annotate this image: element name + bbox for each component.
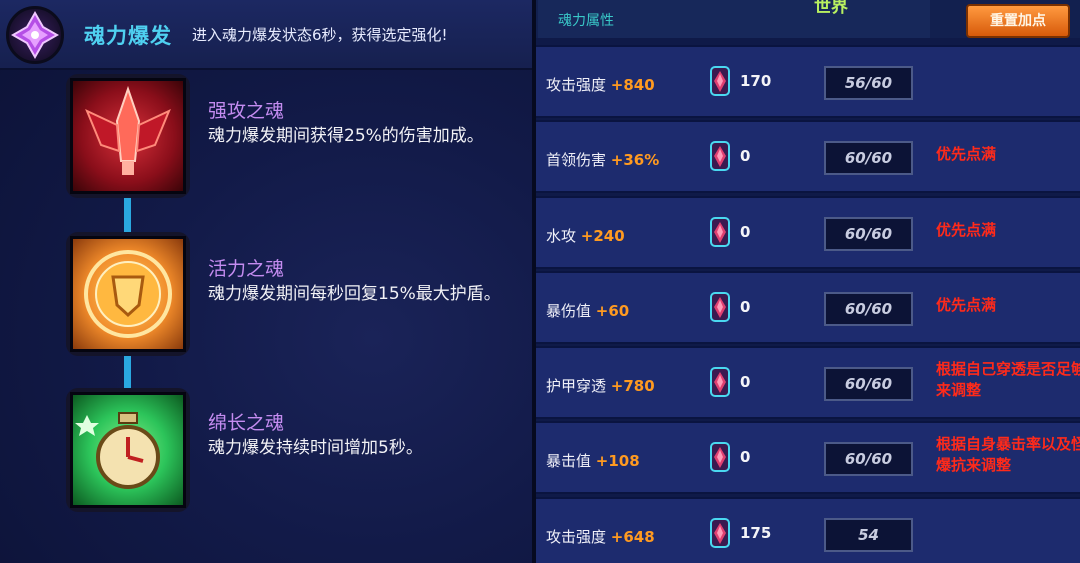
attribute-count: 175 — [740, 524, 772, 542]
attribute-name: 攻击强度 +648 — [546, 526, 655, 547]
skill-description: 魂力爆发持续时间增加5秒。 — [208, 438, 423, 458]
attribute-row: 护甲穿透 +780 0 60/60 根据自己穿透是否足够来调整 — [536, 346, 1080, 419]
attribute-label: 暴伤值 — [546, 302, 592, 320]
attribute-row: 攻击强度 +648 175 54 — [536, 497, 1080, 563]
attribute-bonus: +60 — [595, 302, 630, 320]
attribute-label: 护甲穿透 — [546, 377, 607, 395]
strategy-note: 优先点满 — [936, 145, 997, 163]
skill-description: 魂力爆发期间每秒回复15%最大护盾。 — [208, 284, 501, 304]
attribute-row: 暴击值 +108 0 60/60 根据自身暴击率以及怪爆抗来调整 — [536, 421, 1080, 494]
reset-points-button[interactable]: 重置加点 — [966, 4, 1070, 38]
skill-name: 绵长之魂 — [208, 412, 285, 434]
attribute-bonus: +840 — [610, 76, 655, 94]
attribute-bonus: +648 — [610, 528, 655, 546]
skill-item-endurance[interactable]: 绵长之魂 魂力爆发持续时间增加5秒。 — [0, 0, 532, 512]
attribute-row: 暴伤值 +60 0 60/60 优先点满 — [536, 271, 1080, 344]
soul-gem-icon — [708, 366, 732, 398]
attributes-header: 魂力属性 世界 重置加点 — [536, 0, 1080, 38]
soul-gem-icon — [708, 140, 732, 172]
soul-gem-icon — [708, 441, 732, 473]
attribute-count: 170 — [740, 72, 772, 90]
skill-panel: 魂力爆发 进入魂力爆发状态6秒，获得选定强化! 强攻之魂 魂力爆发期间获得25%… — [0, 0, 532, 563]
attribute-label: 暴击值 — [546, 452, 592, 470]
soul-gem-icon — [708, 517, 732, 549]
attribute-level[interactable]: 56/60 — [824, 66, 913, 100]
attribute-label: 首领伤害 — [546, 151, 607, 169]
skill-description: 魂力爆发期间获得25%的伤害加成。 — [208, 126, 484, 146]
attribute-count: 0 — [740, 223, 751, 241]
tab-label: 魂力属性 — [558, 13, 614, 29]
attribute-bonus: +780 — [610, 377, 655, 395]
attribute-row: 水攻 +240 0 60/60 优先点满 — [536, 196, 1080, 269]
attribute-bonus: +108 — [595, 452, 640, 470]
attribute-level[interactable]: 60/60 — [824, 442, 913, 476]
soul-gem-icon — [708, 216, 732, 248]
attribute-level[interactable]: 60/60 — [824, 292, 913, 326]
attribute-label: 水攻 — [546, 227, 577, 245]
attribute-row: 攻击强度 +840 170 56/60 — [536, 45, 1080, 118]
soul-gem-icon — [708, 65, 732, 97]
soul-attributes-panel: 魂力属性 世界 重置加点 攻击强度 +840 170 56/60 首领伤害 +3… — [536, 0, 1080, 563]
attribute-count: 0 — [740, 298, 751, 316]
attribute-count: 0 — [740, 147, 751, 165]
strategy-note: 优先点满 — [936, 296, 997, 314]
attribute-level[interactable]: 60/60 — [824, 141, 913, 175]
attribute-name: 护甲穿透 +780 — [546, 375, 655, 396]
attribute-level[interactable]: 60/60 — [824, 367, 913, 401]
tab-soul-attributes[interactable]: 魂力属性 世界 — [538, 0, 930, 38]
attribute-name: 攻击强度 +840 — [546, 74, 655, 95]
strategy-note: 根据自己穿透是否足够来调整 — [936, 360, 1080, 399]
attribute-name: 暴伤值 +60 — [546, 300, 629, 321]
skill-connector — [124, 350, 131, 392]
attribute-level[interactable]: 54 — [824, 518, 913, 552]
world-label: 世界 — [814, 0, 848, 17]
strategy-note: 优先点满 — [936, 221, 997, 239]
strategy-note: 根据自身暴击率以及怪爆抗来调整 — [936, 435, 1080, 474]
attribute-label: 攻击强度 — [546, 76, 607, 94]
attribute-count: 0 — [740, 448, 751, 466]
attribute-name: 首领伤害 +36% — [546, 149, 659, 170]
attribute-label: 攻击强度 — [546, 528, 607, 546]
attribute-count: 0 — [740, 373, 751, 391]
soul-gem-icon — [708, 291, 732, 323]
attribute-name: 水攻 +240 — [546, 225, 625, 246]
attribute-row: 首领伤害 +36% 0 60/60 优先点满 — [536, 120, 1080, 193]
attribute-name: 暴击值 +108 — [546, 450, 640, 471]
attribute-bonus: +36% — [610, 151, 660, 169]
green-timer-icon — [70, 392, 186, 508]
attribute-bonus: +240 — [580, 227, 625, 245]
attribute-level[interactable]: 60/60 — [824, 217, 913, 251]
skill-name: 活力之魂 — [208, 258, 285, 280]
golden-shield-icon — [70, 236, 186, 352]
